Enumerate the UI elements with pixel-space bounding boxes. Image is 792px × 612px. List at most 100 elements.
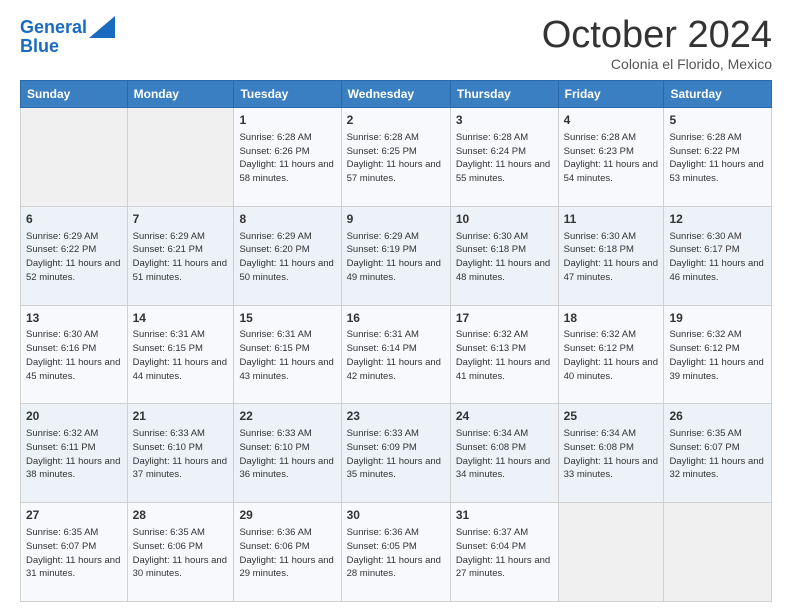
day-info: Sunrise: 6:35 AMSunset: 6:07 PMDaylight:…	[669, 427, 766, 482]
day-number: 6	[26, 211, 122, 228]
sunrise-text: Sunrise: 6:33 AM	[239, 428, 311, 439]
daylight-text: Daylight: 11 hours and 34 minutes.	[456, 456, 550, 481]
day-number: 11	[564, 211, 659, 228]
day-info: Sunrise: 6:35 AMSunset: 6:07 PMDaylight:…	[26, 526, 122, 581]
daylight-text: Daylight: 11 hours and 49 minutes.	[347, 258, 441, 283]
sunset-text: Sunset: 6:16 PM	[26, 343, 96, 354]
day-number: 28	[133, 507, 229, 524]
sunset-text: Sunset: 6:13 PM	[456, 343, 526, 354]
table-row: 8Sunrise: 6:29 AMSunset: 6:20 PMDaylight…	[234, 206, 341, 305]
table-row: 28 Sunrise: 6:35 AM Sunset: 6:06 PM Dayligh…	[127, 503, 234, 602]
sunset-text: Sunset: 6:06 PM	[133, 541, 203, 552]
day-info: Sunrise: 6:31 AMSunset: 6:15 PMDaylight:…	[133, 328, 229, 383]
sunset-text: Sunset: 6:04 PM	[456, 541, 526, 552]
sunset-text: Sunset: 6:22 PM	[669, 146, 739, 157]
sunset-text: Sunset: 6:12 PM	[669, 343, 739, 354]
day-info: Sunrise: 6:30 AMSunset: 6:18 PMDaylight:…	[456, 230, 553, 285]
day-number: 7	[133, 211, 229, 228]
table-row: 4 Sunrise: 6:28 AMSunset: 6:23 PMDaylight…	[558, 108, 664, 207]
day-number: 3	[456, 112, 553, 129]
table-row: 5Sunrise: 6:28 AMSunset: 6:22 PMDaylight…	[664, 108, 772, 207]
day-number: 29	[239, 507, 335, 524]
daylight-text: Daylight: 11 hours and 40 minutes.	[564, 357, 658, 382]
daylight-text: Daylight: 11 hours and 29 minutes.	[239, 555, 333, 580]
table-row: 22Sunrise: 6:33 AMSunset: 6:10 PMDayligh…	[234, 404, 341, 503]
col-wednesday: Wednesday	[341, 81, 450, 108]
daylight-text: Daylight: 11 hours and 27 minutes.	[456, 555, 550, 580]
daylight-text: Daylight: 11 hours and 52 minutes.	[26, 258, 120, 283]
day-info: Sunrise: 6:28 AMSunset: 6:23 PMDaylight:…	[564, 131, 659, 186]
sunset-text: Sunset: 6:11 PM	[26, 442, 96, 453]
sunrise-text: Sunrise: 6:28 AM	[564, 132, 636, 143]
daylight-text: Daylight: 11 hours and 58 minutes.	[239, 159, 333, 184]
col-sunday: Sunday	[21, 81, 128, 108]
day-info: Sunrise: 6:30 AMSunset: 6:17 PMDaylight:…	[669, 230, 766, 285]
sunrise-text: Sunrise: 6:32 AM	[456, 329, 528, 340]
calendar-week-row: 6 Sunrise: 6:29 AMSunset: 6:22 PMDaylight…	[21, 206, 772, 305]
daylight-text: Daylight: 11 hours and 45 minutes.	[26, 357, 120, 382]
day-number: 10	[456, 211, 553, 228]
sunrise-text: Sunrise: 6:35 AM	[669, 428, 741, 439]
sunrise-text: Sunrise: 6:35 AM	[133, 527, 205, 538]
day-info: Sunrise: 6:33 AMSunset: 6:09 PMDaylight:…	[347, 427, 445, 482]
day-info: Sunrise: 6:36 AMSunset: 6:06 PMDaylight:…	[239, 526, 335, 581]
logo-text: General	[20, 17, 87, 38]
table-row	[127, 108, 234, 207]
table-row	[664, 503, 772, 602]
day-info: Sunrise: 6:34 AMSunset: 6:08 PMDaylight:…	[456, 427, 553, 482]
day-number: 1	[239, 112, 335, 129]
table-row: 6 Sunrise: 6:29 AMSunset: 6:22 PMDaylight…	[21, 206, 128, 305]
sunrise-text: Sunrise: 6:29 AM	[26, 231, 98, 242]
table-row: 13Sunrise: 6:30 AMSunset: 6:16 PMDayligh…	[21, 305, 128, 404]
day-info: Sunrise: 6:29 AMSunset: 6:22 PMDaylight:…	[26, 230, 122, 285]
table-row: 26Sunrise: 6:35 AMSunset: 6:07 PMDayligh…	[664, 404, 772, 503]
daylight-text: Daylight: 11 hours and 39 minutes.	[669, 357, 763, 382]
sunset-text: Sunset: 6:08 PM	[456, 442, 526, 453]
day-info: Sunrise: 6:34 AMSunset: 6:08 PMDaylight:…	[564, 427, 659, 482]
day-number: 30	[347, 507, 445, 524]
day-number: 8	[239, 211, 335, 228]
sunrise-text: Sunrise: 6:28 AM	[239, 132, 311, 143]
table-row: 23 Sunrise: 6:33 AMSunset: 6:09 PMDayligh…	[341, 404, 450, 503]
sunrise-text: Sunrise: 6:35 AM	[26, 527, 98, 538]
day-number: 17	[456, 310, 553, 327]
sunset-text: Sunset: 6:15 PM	[239, 343, 309, 354]
table-row: 27Sunrise: 6:35 AMSunset: 6:07 PMDayligh…	[21, 503, 128, 602]
table-row: 3Sunrise: 6:28 AMSunset: 6:24 PMDaylight…	[450, 108, 558, 207]
day-number: 20	[26, 408, 122, 425]
col-thursday: Thursday	[450, 81, 558, 108]
day-number: 4	[564, 112, 659, 129]
day-number: 18	[564, 310, 659, 327]
col-tuesday: Tuesday	[234, 81, 341, 108]
daylight-text: Daylight: 11 hours and 30 minutes.	[133, 555, 227, 580]
sunset-text: Sunset: 6:15 PM	[133, 343, 203, 354]
table-row	[558, 503, 664, 602]
table-row: 17Sunrise: 6:32 AMSunset: 6:13 PMDayligh…	[450, 305, 558, 404]
daylight-text: Daylight: 11 hours and 37 minutes.	[133, 456, 227, 481]
sunrise-text: Sunrise: 6:29 AM	[239, 231, 311, 242]
day-number: 19	[669, 310, 766, 327]
sunrise-text: Sunrise: 6:33 AM	[133, 428, 205, 439]
day-info: Sunrise: 6:33 AMSunset: 6:10 PMDaylight:…	[133, 427, 229, 482]
col-friday: Friday	[558, 81, 664, 108]
table-row: 7Sunrise: 6:29 AMSunset: 6:21 PMDaylight…	[127, 206, 234, 305]
table-row: 29 Sunrise: 6:36 AMSunset: 6:06 PMDayligh…	[234, 503, 341, 602]
daylight-text: Daylight: 11 hours and 54 minutes.	[564, 159, 658, 184]
day-number: 23	[347, 408, 445, 425]
day-info: Sunrise: 6:35 AM Sunset: 6:06 PM Daylight:…	[133, 526, 229, 581]
daylight-text: Daylight: 11 hours and 31 minutes.	[26, 555, 120, 580]
daylight-text: Daylight: 11 hours and 47 minutes.	[564, 258, 658, 283]
table-row: 30Sunrise: 6:36 AMSunset: 6:05 PMDayligh…	[341, 503, 450, 602]
daylight-text: Daylight: 11 hours and 36 minutes.	[239, 456, 333, 481]
daylight-text: Daylight: 11 hours and 46 minutes.	[669, 258, 763, 283]
sunset-text: Sunset: 6:18 PM	[564, 244, 634, 255]
sunset-text: Sunset: 6:10 PM	[239, 442, 309, 453]
col-monday: Monday	[127, 81, 234, 108]
sunrise-text: Sunrise: 6:31 AM	[239, 329, 311, 340]
day-info: Sunrise: 6:30 AMSunset: 6:18 PMDaylight:…	[564, 230, 659, 285]
daylight-text: Daylight: 11 hours and 32 minutes.	[669, 456, 763, 481]
day-info: Sunrise: 6:32 AMSunset: 6:12 PMDaylight:…	[564, 328, 659, 383]
daylight-text: Daylight: 11 hours and 44 minutes.	[133, 357, 227, 382]
month-title: October 2024	[542, 16, 772, 54]
day-number: 16	[347, 310, 445, 327]
